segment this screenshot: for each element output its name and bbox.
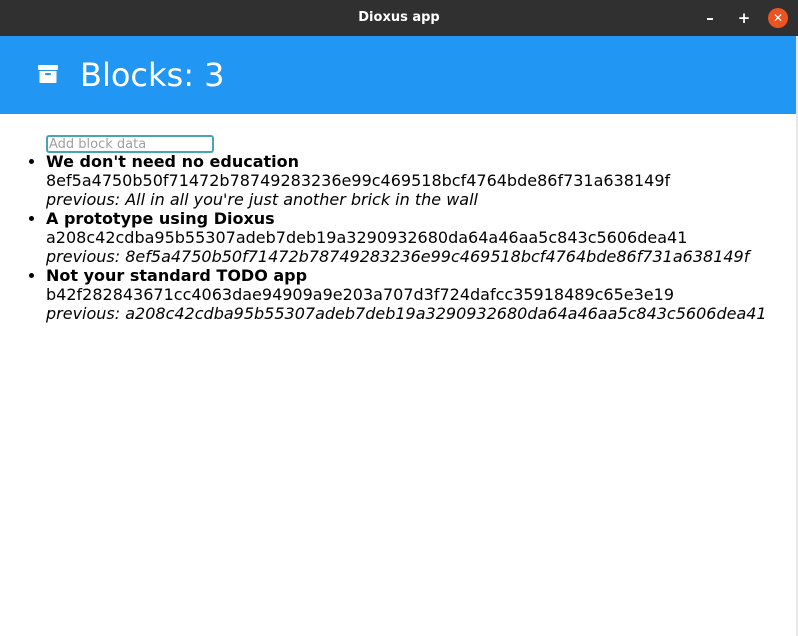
page-title: Blocks: 3 (80, 56, 225, 94)
maximize-button[interactable]: + (734, 8, 754, 28)
block-previous: previous: All in all you're just another… (46, 190, 478, 209)
block-data: A prototype using Dioxus (46, 209, 275, 228)
block-data: Not your standard TODO app (46, 266, 308, 285)
window-titlebar[interactable]: Dioxus app – + ✕ (0, 0, 798, 36)
block-previous: previous: 8ef5a4750b50f71472b78749283236… (46, 247, 750, 266)
minimize-button[interactable]: – (700, 8, 720, 28)
window-title: Dioxus app (358, 10, 440, 25)
app-header: Blocks: 3 (0, 36, 796, 114)
archive-icon (38, 65, 58, 83)
block-item: Not your standard TODO app b42f282843671… (46, 266, 776, 323)
block-item: We don't need no education 8ef5a4750b50f… (46, 152, 776, 209)
block-hash: b42f282843671cc4063dae94909a9e203a707d3f… (46, 285, 675, 304)
block-list: We don't need no education 8ef5a4750b50f… (0, 152, 776, 323)
block-hash: a208c42cdba95b55307adeb7deb19a3290932680… (46, 228, 688, 247)
block-item: A prototype using Dioxus a208c42cdba95b5… (46, 209, 776, 266)
block-hash: 8ef5a4750b50f71472b78749283236e99c469518… (46, 171, 671, 190)
block-previous: previous: a208c42cdba95b55307adeb7deb19a… (46, 304, 767, 323)
block-data-input[interactable] (46, 135, 214, 153)
block-data: We don't need no education (46, 152, 300, 171)
close-button[interactable]: ✕ (768, 8, 788, 28)
